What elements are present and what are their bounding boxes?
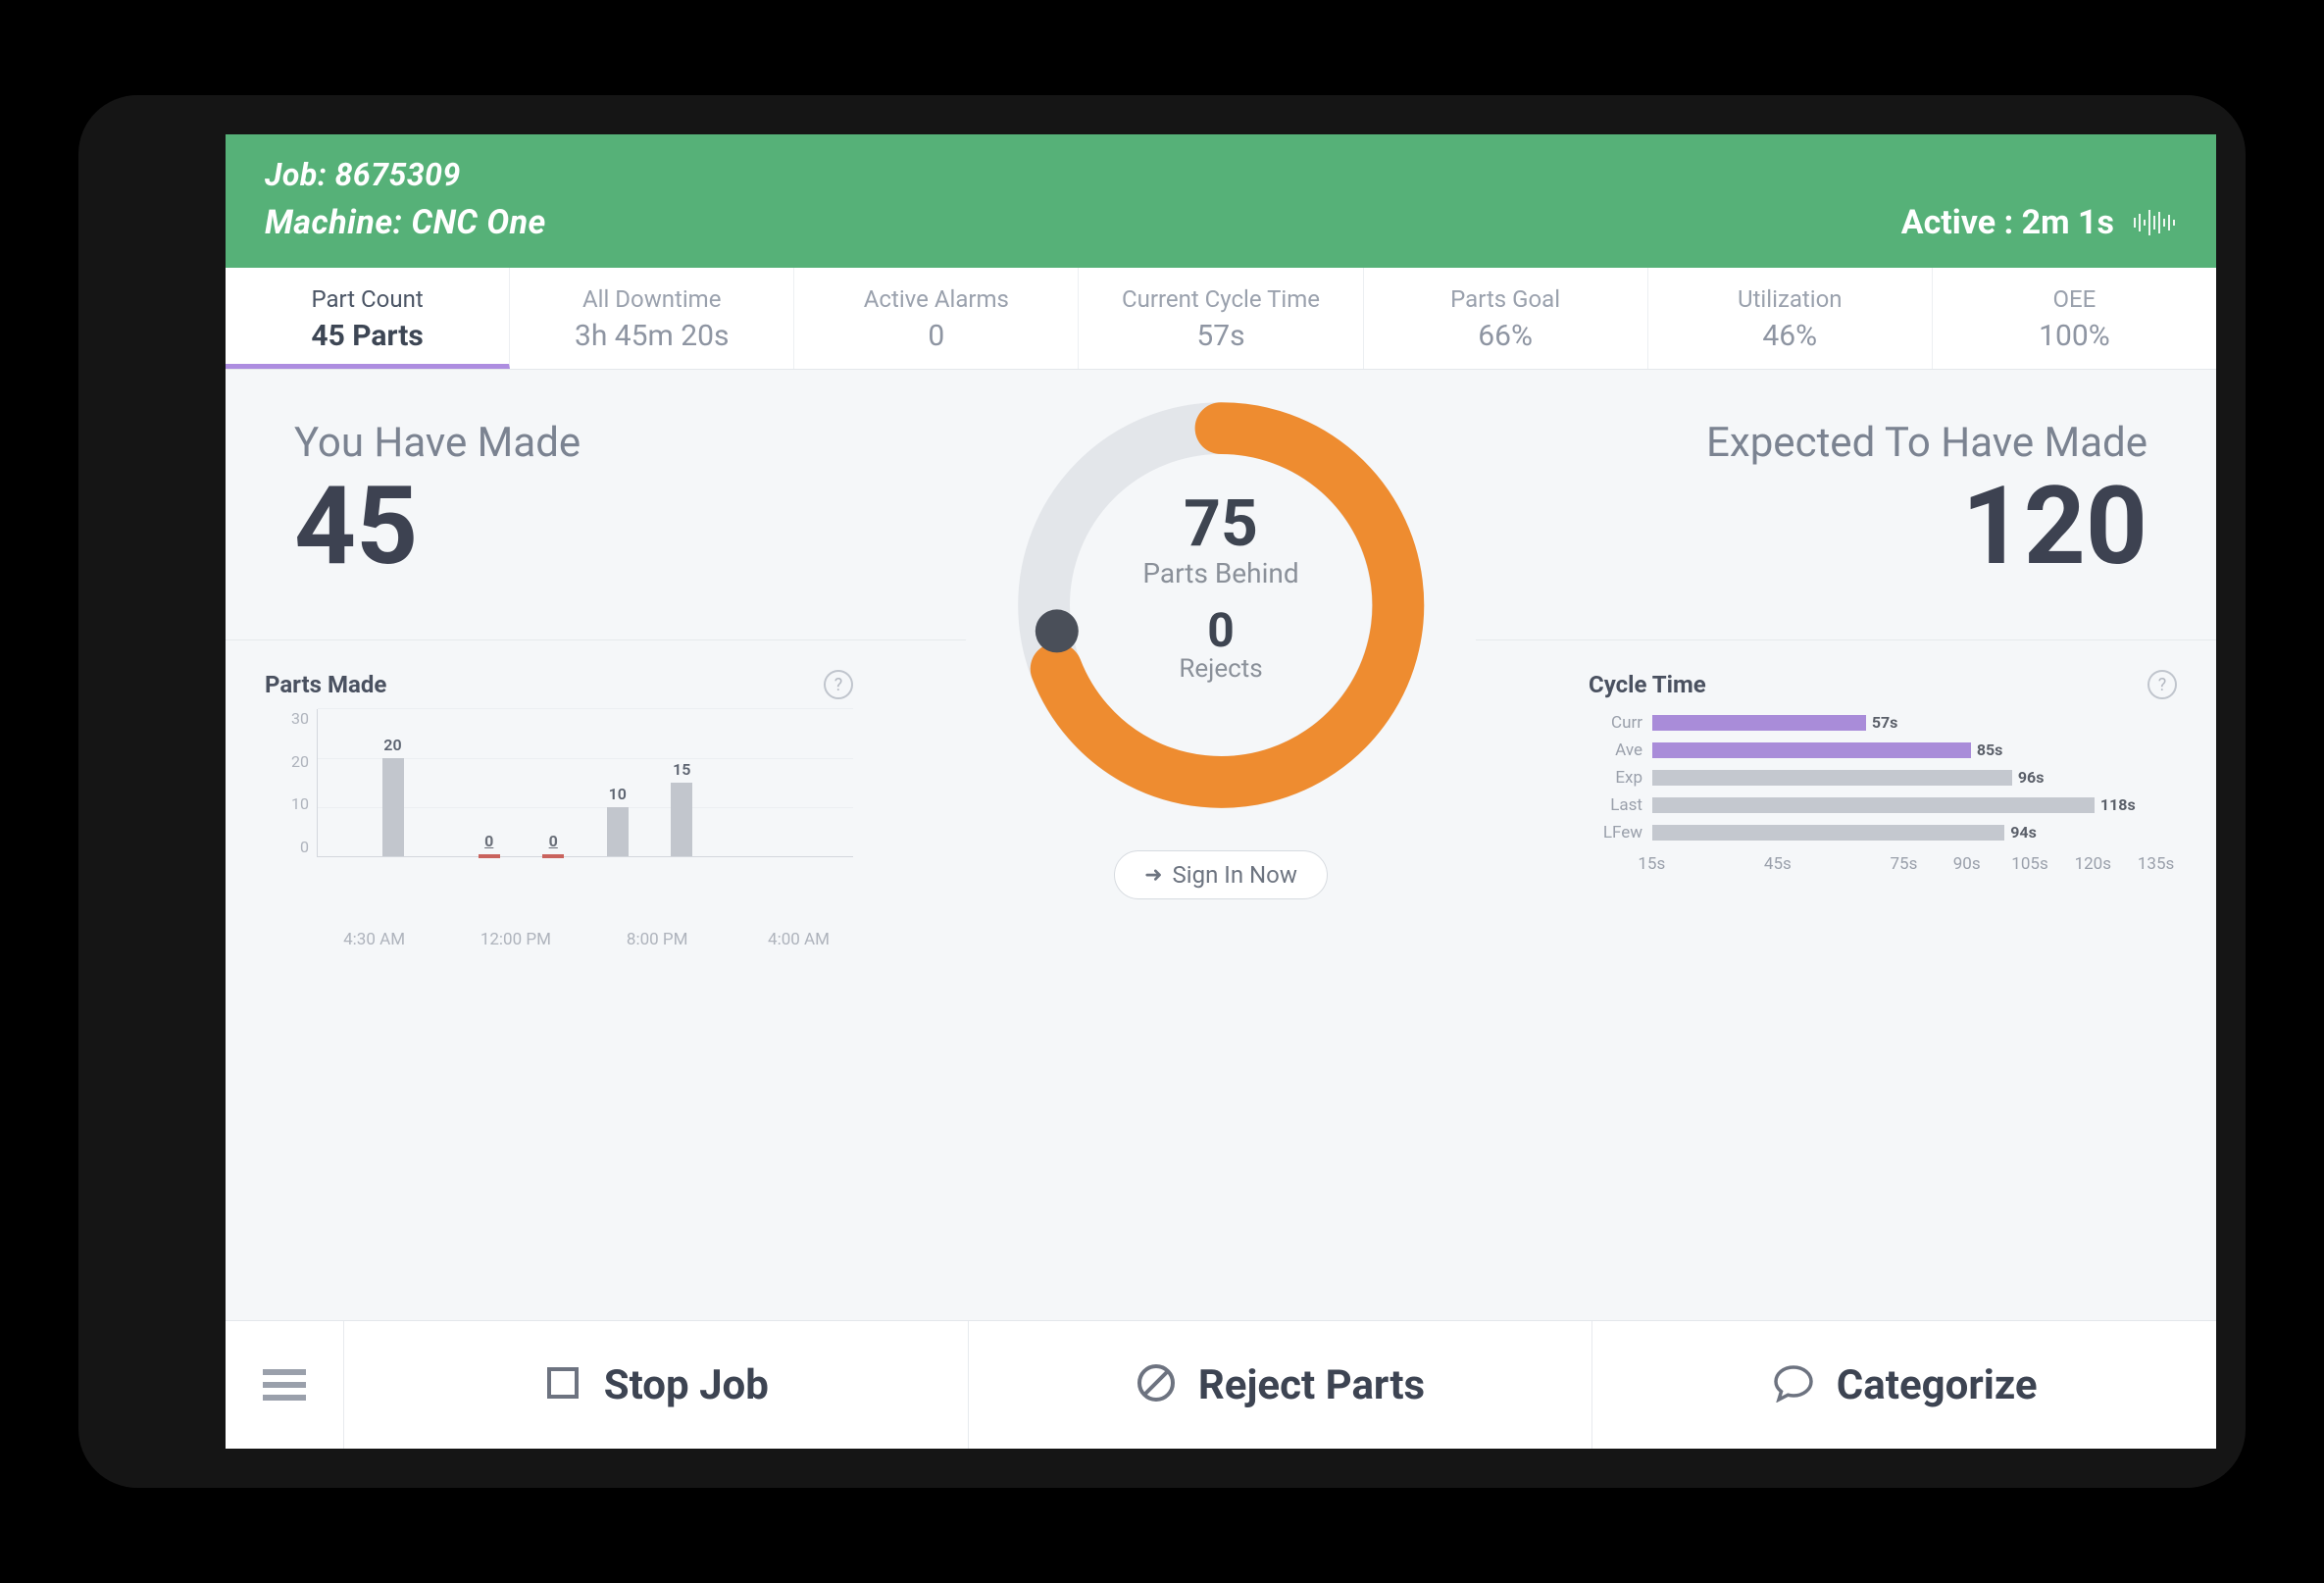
categorize-label: Categorize	[1837, 1361, 2038, 1409]
tab-part-count[interactable]: Part Count 45 Parts	[226, 268, 510, 369]
row-label: Last	[1589, 795, 1652, 815]
cycle-value: 94s	[2004, 823, 2037, 843]
tab-label: OEE	[1933, 285, 2216, 313]
sign-in-button[interactable]: ➜ Sign In Now	[1114, 850, 1328, 899]
zero-marker	[479, 854, 500, 858]
tab-label: Utilization	[1648, 285, 1932, 313]
row-label: Curr	[1589, 713, 1652, 733]
cycle-bar	[1652, 742, 1971, 758]
tab-active-alarms[interactable]: Active Alarms 0	[794, 268, 1079, 369]
sign-in-label: Sign In Now	[1173, 861, 1297, 889]
stop-icon	[543, 1363, 582, 1406]
cycle-time-row: Last 118s	[1589, 792, 2177, 819]
tab-value: 57s	[1079, 319, 1362, 353]
help-icon[interactable]: ?	[2147, 670, 2177, 699]
row-label: LFew	[1589, 823, 1652, 843]
parts-behind-label: Parts Behind	[1005, 557, 1437, 589]
sign-in-icon: ➜	[1144, 863, 1162, 888]
reject-icon	[1136, 1362, 1177, 1407]
tab-value: 100%	[1933, 319, 2216, 353]
bar	[671, 783, 692, 856]
bar	[607, 807, 629, 856]
tab-current-cycle-time[interactable]: Current Cycle Time 57s	[1079, 268, 1363, 369]
bar-value: 0	[549, 832, 558, 850]
cycle-value: 57s	[1866, 713, 1898, 733]
header-bar: Job: 8675309 Machine: CNC One Active : 2…	[226, 134, 2216, 268]
reject-parts-label: Reject Parts	[1198, 1361, 1425, 1409]
cycle-value: 118s	[2095, 795, 2136, 815]
waveform-icon	[2132, 208, 2177, 237]
tab-value: 3h 45m 20s	[510, 319, 793, 353]
progress-gauge: 75 Parts Behind 0 Rejects ➜ Sign In Now	[966, 389, 1476, 899]
tablet-frame: Job: 8675309 Machine: CNC One Active : 2…	[78, 95, 2246, 1488]
cycle-time-chart: Cycle Time ? Curr 57s Ave 85s Exp 96s Last 118s…	[1589, 670, 2177, 878]
row-label: Exp	[1589, 768, 1652, 788]
reject-parts-button[interactable]: Reject Parts	[969, 1321, 1593, 1449]
rejects-value: 0	[1005, 607, 1437, 654]
metrics-tabs: Part Count 45 PartsAll Downtime 3h 45m 20s…	[226, 268, 2216, 370]
categorize-button[interactable]: Categorize	[1592, 1321, 2216, 1449]
tab-label: All Downtime	[510, 285, 793, 313]
cycle-time-row: Exp 96s	[1589, 764, 2177, 792]
cycle-time-row: Curr 57s	[1589, 709, 2177, 737]
cycle-bar	[1652, 715, 1866, 731]
tab-label: Part Count	[226, 285, 509, 313]
tab-oee[interactable]: OEE 100%	[1933, 268, 2216, 369]
cycle-bar	[1652, 770, 2012, 786]
counts-row: You Have Made 45 75 Parts Behind 0 Rejec…	[226, 370, 2216, 581]
cycle-value: 85s	[1971, 740, 2003, 760]
machine-label: Machine: CNC One	[265, 203, 546, 242]
active-status: Active : 2m 1s	[1901, 203, 2114, 242]
cycle-bar	[1652, 797, 2095, 813]
bar	[382, 758, 404, 856]
parts-behind-value: 75	[1005, 492, 1437, 557]
hamburger-icon	[263, 1362, 306, 1407]
parts-made-title: Parts Made	[265, 671, 386, 698]
zero-marker	[542, 854, 564, 858]
cycle-value: 96s	[2012, 768, 2045, 788]
tab-value: 46%	[1648, 319, 1932, 353]
parts-made-chart: Parts Made ? 3020100 20001015 4:30 AM12:…	[265, 670, 853, 895]
tab-value: 45 Parts	[226, 319, 509, 353]
tab-value: 0	[794, 319, 1078, 353]
cycle-time-row: LFew 94s	[1589, 819, 2177, 846]
row-label: Ave	[1589, 740, 1652, 760]
tab-label: Parts Goal	[1364, 285, 1647, 313]
footer-bar: Stop Job Reject Parts Categorize	[226, 1320, 2216, 1449]
bar-value: 0	[484, 832, 493, 850]
tab-value: 66%	[1364, 319, 1647, 353]
tab-label: Active Alarms	[794, 285, 1078, 313]
tab-utilization[interactable]: Utilization 46%	[1648, 268, 1933, 369]
tab-label: Current Cycle Time	[1079, 285, 1362, 313]
bar-value: 20	[383, 736, 401, 754]
tab-all-downtime[interactable]: All Downtime 3h 45m 20s	[510, 268, 794, 369]
menu-button[interactable]	[226, 1321, 344, 1449]
chat-icon	[1772, 1363, 1815, 1406]
app-screen: Job: 8675309 Machine: CNC One Active : 2…	[226, 134, 2216, 1449]
job-label: Job: 8675309	[265, 156, 546, 193]
cycle-time-title: Cycle Time	[1589, 671, 1706, 698]
bar-value: 10	[609, 785, 627, 803]
stop-job-label: Stop Job	[604, 1361, 769, 1409]
help-icon[interactable]: ?	[824, 670, 853, 699]
stop-job-button[interactable]: Stop Job	[344, 1321, 969, 1449]
rejects-label: Rejects	[1005, 654, 1437, 684]
tab-parts-goal[interactable]: Parts Goal 66%	[1364, 268, 1648, 369]
cycle-time-row: Ave 85s	[1589, 737, 2177, 764]
bar-value: 15	[673, 760, 690, 779]
cycle-bar	[1652, 825, 2004, 841]
